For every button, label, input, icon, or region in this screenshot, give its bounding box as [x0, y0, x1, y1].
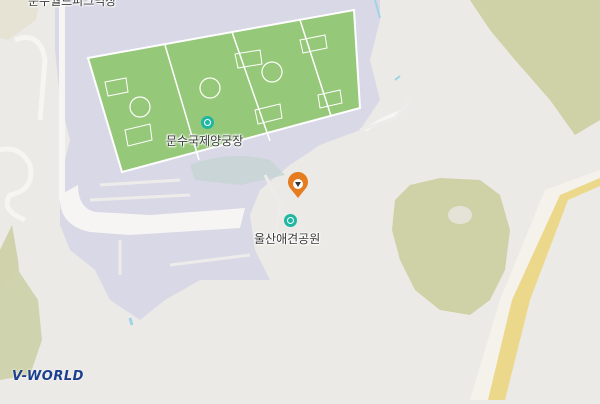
place-label-picnic[interactable]: 문수월드피크닉장	[28, 0, 116, 9]
map-canvas[interactable]: 문수월드피크닉장 문수국제양궁장 울산애견공원 V-WORLD	[0, 0, 600, 400]
vworld-logo: V-WORLD	[12, 369, 84, 384]
park-icon[interactable]	[284, 214, 297, 227]
map-base	[0, 0, 600, 400]
water-feature	[128, 317, 134, 326]
place-label-archery[interactable]: 문수국제양궁장	[166, 132, 243, 149]
place-label-dog-park[interactable]: 울산애견공원	[254, 230, 320, 247]
archery-field-icon[interactable]	[201, 116, 214, 129]
clearing-area	[448, 206, 472, 224]
